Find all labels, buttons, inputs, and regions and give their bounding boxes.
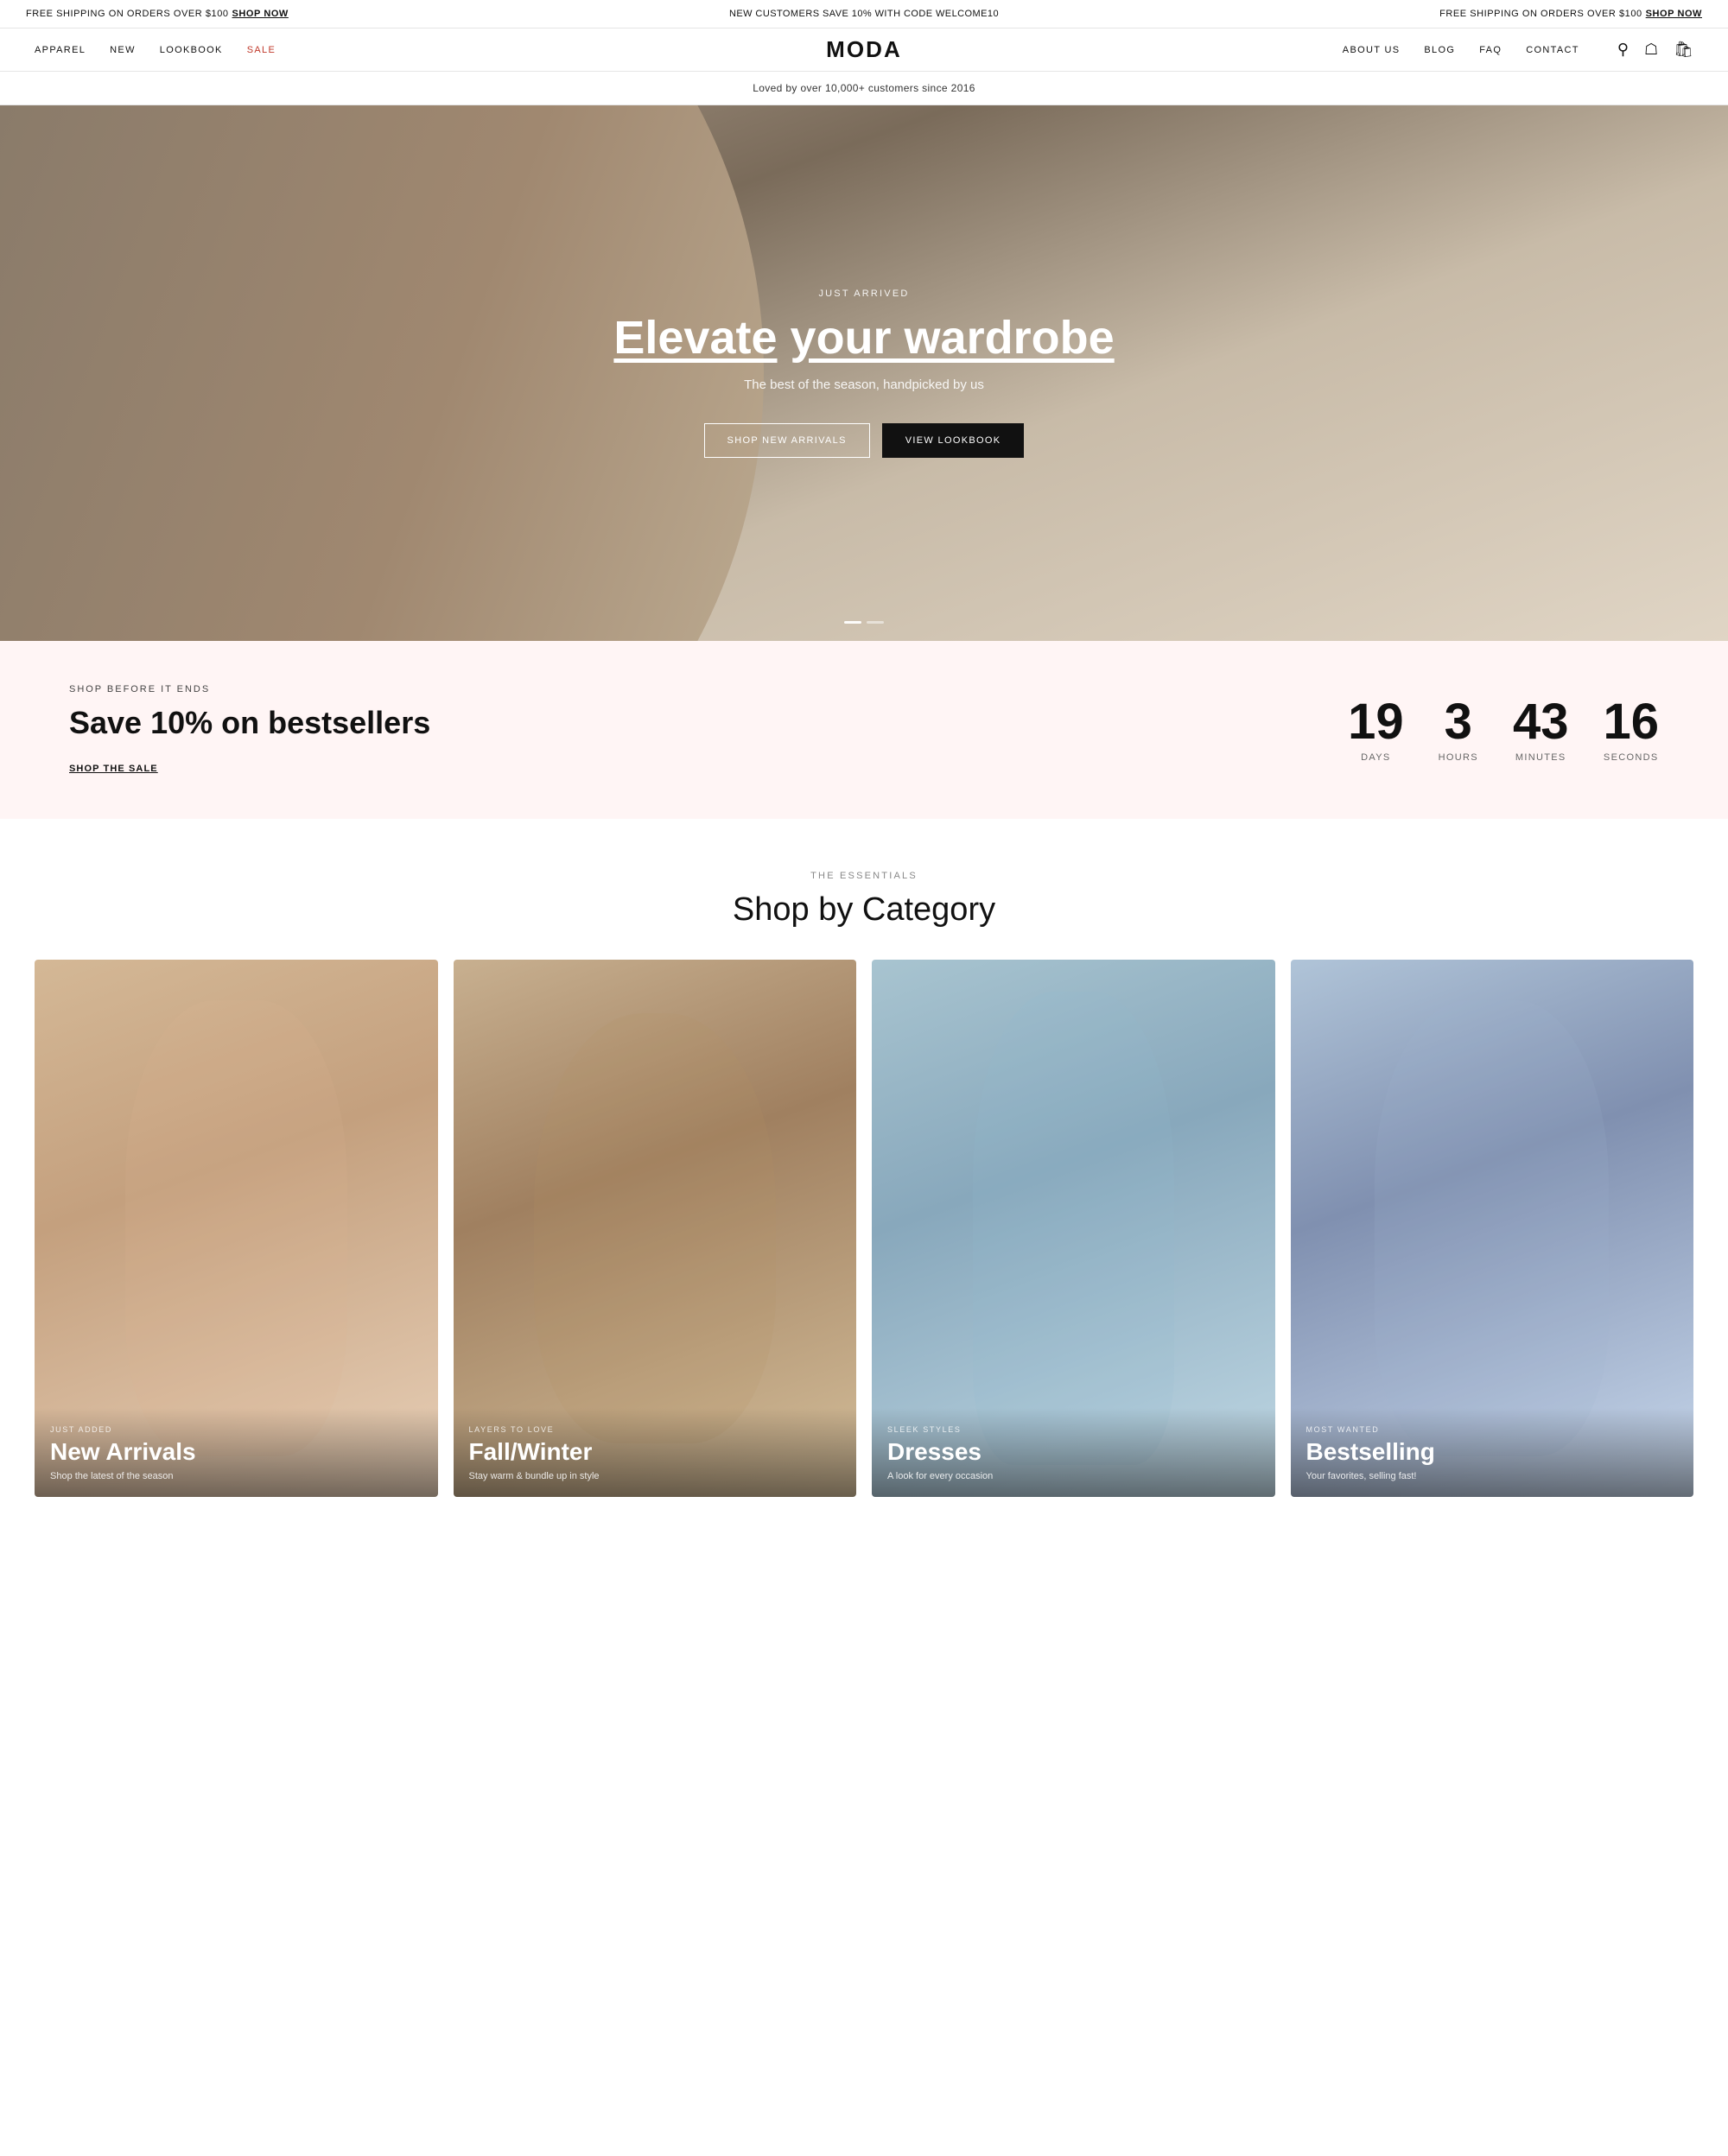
announcement-right: FREE SHIPPING ON ORDERS OVER $100 SHOP N…: [1439, 9, 1702, 19]
countdown-seconds: 16 SECONDS: [1603, 697, 1659, 763]
nav-item-lookbook[interactable]: LOOKBOOK: [160, 45, 223, 55]
category-section: THE ESSENTIALS Shop by Category JUST ADD…: [0, 819, 1728, 1531]
category-desc-bestselling: Your favorites, selling fast!: [1306, 1471, 1679, 1481]
cart-icon[interactable]: 🛍: [1674, 41, 1693, 59]
hero-title-underlined: Elevate: [613, 312, 777, 364]
category-title: Shop by Category: [35, 891, 1693, 929]
sale-countdown: 19 DAYS 3 HOURS 43 MINUTES 16 SECONDS: [1348, 697, 1659, 763]
announcement-left-text: FREE SHIPPING ON ORDERS OVER $100: [26, 9, 229, 19]
category-grid: JUST ADDED New Arrivals Shop the latest …: [35, 960, 1693, 1497]
hero-content: JUST ARRIVED Elevate your wardrobe The b…: [596, 289, 1131, 458]
hero-buttons: SHOP NEW ARRIVALS VIEW LOOKBOOK: [613, 423, 1114, 458]
category-tag-dresses: SLEEK STYLES: [887, 1425, 1260, 1434]
countdown-hours-value: 3: [1439, 697, 1478, 747]
hero-dot-1[interactable]: [844, 621, 861, 624]
category-card-new-arrivals[interactable]: JUST ADDED New Arrivals Shop the latest …: [35, 960, 438, 1497]
search-icon[interactable]: ⚲: [1617, 41, 1629, 59]
countdown-seconds-value: 16: [1603, 697, 1659, 747]
category-tag-bestselling: MOST WANTED: [1306, 1425, 1679, 1434]
countdown-days: 19 DAYS: [1348, 697, 1404, 763]
nav-item-sale[interactable]: SALE: [247, 45, 276, 55]
sale-title: Save 10% on bestsellers: [69, 705, 1348, 741]
shop-the-sale-link[interactable]: SHOP THE SALE: [69, 764, 158, 774]
hero-title-plain: your wardrobe: [791, 312, 1115, 364]
hero-subtitle: The best of the season, handpicked by us: [613, 377, 1114, 392]
nav-right: ABOUT US BLOG FAQ CONTACT ⚲ ☖ 🛍: [1343, 41, 1693, 59]
announcement-center: NEW CUSTOMERS SAVE 10% WITH CODE WELCOME…: [289, 9, 1439, 19]
hero-dot-2[interactable]: [867, 621, 884, 624]
countdown-days-label: DAYS: [1348, 752, 1404, 763]
trust-bar-text: Loved by over 10,000+ customers since 20…: [753, 82, 975, 94]
announcement-right-link[interactable]: SHOP NOW: [1646, 9, 1702, 19]
hero-eyebrow: JUST ARRIVED: [613, 289, 1114, 299]
category-tag-new-arrivals: JUST ADDED: [50, 1425, 422, 1434]
category-name-dresses: Dresses: [887, 1439, 1260, 1466]
hero-section: JUST ARRIVED Elevate your wardrobe The b…: [0, 105, 1728, 641]
category-card-dresses[interactable]: SLEEK STYLES Dresses A look for every oc…: [872, 960, 1275, 1497]
category-overlay-bestselling: MOST WANTED Bestselling Your favorites, …: [1291, 1408, 1694, 1497]
hero-title: Elevate your wardrobe: [613, 313, 1114, 364]
category-name-fall-winter: Fall/Winter: [469, 1439, 842, 1466]
announcement-left-link[interactable]: SHOP NOW: [232, 9, 289, 19]
countdown-hours: 3 HOURS: [1439, 697, 1478, 763]
nav-item-blog[interactable]: BLOG: [1424, 45, 1455, 55]
nav-left: APPAREL NEW LOOKBOOK SALE: [35, 45, 276, 55]
countdown-days-value: 19: [1348, 697, 1404, 747]
nav-item-apparel[interactable]: APPAREL: [35, 45, 86, 55]
announcement-bar: FREE SHIPPING ON ORDERS OVER $100 SHOP N…: [0, 0, 1728, 29]
countdown-hours-label: HOURS: [1439, 752, 1478, 763]
category-desc-dresses: A look for every occasion: [887, 1471, 1260, 1481]
category-eyebrow: THE ESSENTIALS: [35, 871, 1693, 881]
trust-bar: Loved by over 10,000+ customers since 20…: [0, 72, 1728, 105]
category-name-bestselling: Bestselling: [1306, 1439, 1679, 1466]
nav-icons: ⚲ ☖ 🛍: [1617, 41, 1693, 59]
announcement-center-text: NEW CUSTOMERS SAVE 10% WITH CODE WELCOME…: [729, 9, 999, 19]
hero-dots: [844, 621, 884, 624]
category-desc-new-arrivals: Shop the latest of the season: [50, 1471, 422, 1481]
sale-banner: SHOP BEFORE IT ENDS Save 10% on bestsell…: [0, 641, 1728, 819]
shop-new-arrivals-button[interactable]: SHOP NEW ARRIVALS: [704, 423, 870, 458]
countdown-minutes: 43 MINUTES: [1513, 697, 1569, 763]
category-overlay-new-arrivals: JUST ADDED New Arrivals Shop the latest …: [35, 1408, 438, 1497]
category-card-fall-winter[interactable]: LAYERS TO LOVE Fall/Winter Stay warm & b…: [454, 960, 857, 1497]
countdown-seconds-label: SECONDS: [1603, 752, 1659, 763]
category-name-new-arrivals: New Arrivals: [50, 1439, 422, 1466]
navbar: APPAREL NEW LOOKBOOK SALE MODA ABOUT US …: [0, 29, 1728, 72]
countdown-minutes-value: 43: [1513, 697, 1569, 747]
category-overlay-dresses: SLEEK STYLES Dresses A look for every oc…: [872, 1408, 1275, 1497]
category-card-bestselling[interactable]: MOST WANTED Bestselling Your favorites, …: [1291, 960, 1694, 1497]
announcement-right-text: FREE SHIPPING ON ORDERS OVER $100: [1439, 9, 1642, 19]
nav-item-faq[interactable]: FAQ: [1479, 45, 1502, 55]
countdown-minutes-label: MINUTES: [1513, 752, 1569, 763]
category-overlay-fall-winter: LAYERS TO LOVE Fall/Winter Stay warm & b…: [454, 1408, 857, 1497]
nav-item-new[interactable]: NEW: [110, 45, 136, 55]
category-desc-fall-winter: Stay warm & bundle up in style: [469, 1471, 842, 1481]
sale-eyebrow: SHOP BEFORE IT ENDS: [69, 684, 1348, 694]
brand-logo[interactable]: MODA: [826, 36, 902, 63]
category-tag-fall-winter: LAYERS TO LOVE: [469, 1425, 842, 1434]
account-icon[interactable]: ☖: [1644, 41, 1658, 59]
view-lookbook-button[interactable]: VIEW LOOKBOOK: [882, 423, 1025, 458]
sale-left: SHOP BEFORE IT ENDS Save 10% on bestsell…: [69, 684, 1348, 776]
nav-item-contact[interactable]: CONTACT: [1526, 45, 1579, 55]
nav-item-about-us[interactable]: ABOUT US: [1343, 45, 1401, 55]
announcement-left: FREE SHIPPING ON ORDERS OVER $100 SHOP N…: [26, 9, 289, 19]
